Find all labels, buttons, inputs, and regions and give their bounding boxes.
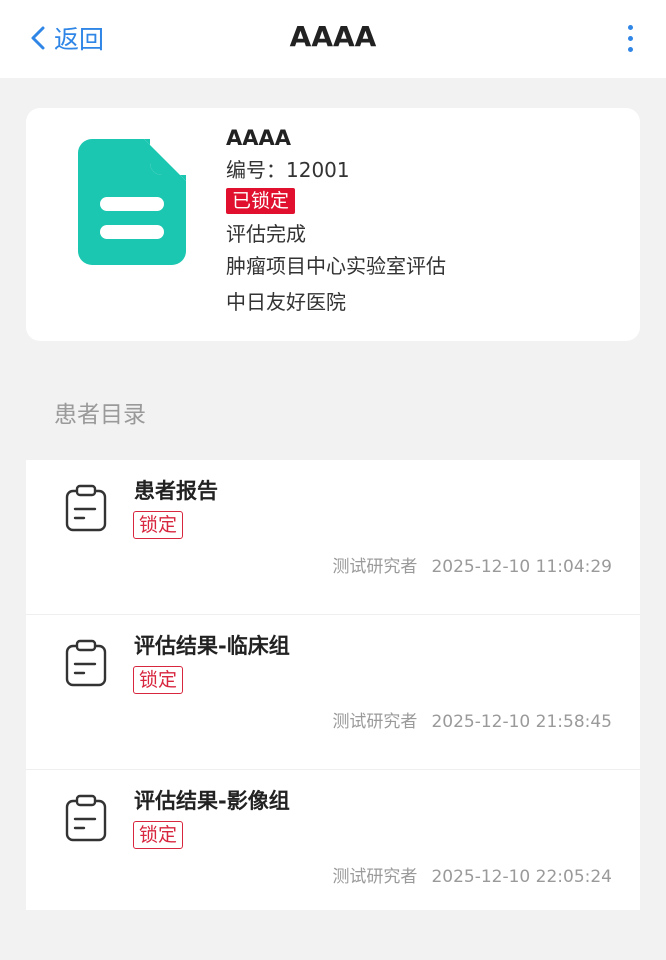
- section-title: 患者目录: [54, 402, 146, 428]
- record-meta: 测试研究者 2025-12-10 11:04:29: [332, 554, 612, 580]
- hospital-name: 中日友好医院: [226, 290, 346, 314]
- clipboard-icon: [64, 484, 108, 536]
- project-card: AAAA 编号：12001 已锁定 评估完成 肿瘤项目中心实验室评估 中日友好医…: [26, 108, 640, 341]
- clipboard-icon: [64, 639, 108, 691]
- record-timestamp: 2025-12-10 22:05:24: [431, 867, 612, 887]
- list-item[interactable]: 评估结果-临床组 锁定 测试研究者 2025-12-10 21:58:45: [26, 615, 640, 770]
- project-status: 评估完成: [226, 222, 306, 246]
- evaluation-type: 肿瘤项目中心实验室评估: [226, 254, 446, 278]
- back-button[interactable]: 返回: [30, 20, 104, 56]
- record-list: 患者报告 锁定 测试研究者 2025-12-10 11:04:29 评估结果-临床…: [26, 460, 640, 910]
- record-title: 患者报告: [134, 479, 218, 503]
- more-dots-icon: [627, 24, 633, 30]
- record-timestamp: 2025-12-10 21:58:45: [431, 712, 612, 732]
- nav-bar: 返回 AAAA: [0, 0, 666, 78]
- list-item[interactable]: 患者报告 锁定 测试研究者 2025-12-10 11:04:29: [26, 460, 640, 615]
- record-timestamp: 2025-12-10 11:04:29: [431, 557, 612, 577]
- record-title: 评估结果-临床组: [134, 634, 290, 658]
- record-author: 测试研究者: [332, 712, 418, 732]
- document-icon: [78, 139, 186, 269]
- record-author: 测试研究者: [332, 557, 418, 577]
- back-label: 返回: [54, 25, 105, 54]
- record-title: 评估结果-影像组: [134, 789, 290, 813]
- project-name: AAAA: [226, 126, 292, 150]
- chevron-left-icon: [31, 26, 45, 50]
- project-code: 编号：12001: [226, 158, 350, 182]
- locked-badge: 已锁定: [226, 188, 296, 214]
- record-author: 测试研究者: [332, 867, 418, 887]
- clipboard-icon: [64, 794, 108, 846]
- locked-badge: 锁定: [133, 511, 184, 539]
- list-item[interactable]: 评估结果-影像组 锁定 测试研究者 2025-12-10 22:05:24: [26, 770, 640, 925]
- locked-badge: 锁定: [133, 666, 184, 694]
- project-info: AAAA 编号：12001 已锁定 评估完成 肿瘤项目中心实验室评估 中日友好医…: [226, 124, 446, 318]
- more-menu-button[interactable]: [618, 20, 642, 56]
- record-meta: 测试研究者 2025-12-10 22:05:24: [332, 864, 612, 890]
- locked-badge: 锁定: [133, 821, 184, 849]
- record-meta: 测试研究者 2025-12-10 21:58:45: [332, 709, 612, 735]
